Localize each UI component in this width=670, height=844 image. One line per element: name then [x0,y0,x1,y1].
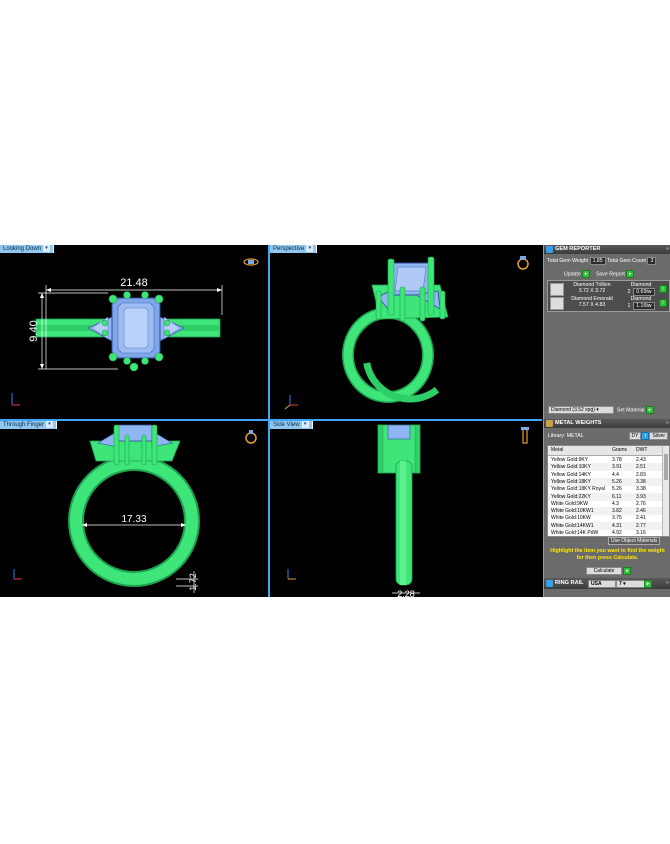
dimension-width: 21.48 [120,277,148,289]
save-report-label: Save Report [595,271,625,278]
ring-view-icon [517,256,529,270]
metal-weights-hint: Highlight the item you want to find the … [550,548,665,561]
gem-actions: Update ▸ Save Report ▸ [564,270,635,278]
total-gem-count-label: Total Gem Count [607,258,646,264]
gem-count: 1 [627,303,631,309]
ring-view-icon [245,430,257,444]
axis-icon [13,569,22,580]
cad-application: Looking Down ▾ 21.48 9.40 Perspective ▾ … [0,245,670,597]
ring-view-icon [243,258,259,266]
set-material-button[interactable]: ▸ [646,406,655,414]
dimension-inner-diameter: 17.33 [121,514,146,525]
collapse-icon[interactable]: » [666,578,669,589]
metal-icon [546,420,553,427]
gem-weight: 1.16tw [633,302,655,310]
gem-reporter-title: GEM REPORTER [555,246,601,252]
total-gem-weight-label: Total Gem Weight [547,258,589,264]
total-gem-count-value: 3 [647,257,657,265]
gem-list-item[interactable]: Diamond Emerald 7.57 X 4.83 Diamond 1 1.16… [548,296,669,310]
update-button[interactable]: ▸ [582,270,591,278]
metal-table-header: Metal Grams DWT [548,446,669,456]
perspective-render [284,256,529,410]
calculate-row: Calculate ▸ [586,567,632,576]
use-object-materials-row: Use Object Materials [608,537,661,545]
metal-library-label: Library: METAL [548,433,584,439]
ring-view-icon [521,427,529,444]
scrollbar-thumb[interactable] [664,454,668,480]
ring-rail-icon [546,580,553,587]
ring-size-value: 7 [619,581,622,587]
gem-icon [546,246,553,253]
ring-rail-header[interactable]: RING RAIL USA 7 ▾ ▸ » [544,578,670,589]
metal-grams: 4.92 [612,530,622,536]
collapse-icon[interactable]: » [666,245,669,254]
gem-totals: Total Gem Weight 1.85 Total Gem Count 3 [547,257,669,265]
region-value: USA [591,581,602,587]
top-view-render: 21.48 9.40 [11,258,259,406]
gem-thumbnail [550,297,564,310]
column-metal[interactable]: Metal [551,446,563,455]
viewport-through-finger[interactable]: Through Finger ▾ 17.33 1.72 [0,421,268,597]
gem-reporter-header[interactable]: GEM REPORTER » [544,245,670,254]
total-gem-weight-value: 1.85 [589,257,606,265]
material-select[interactable]: Diamond (3.52 spg) ▾ [548,406,614,415]
dimension-height: 9.40 [28,320,40,341]
column-dwt[interactable]: DWT [636,446,647,455]
use-object-materials-toggle[interactable]: Use Object Materials [608,537,661,545]
side-panel: GEM REPORTER » Total Gem Weight 1.85 Tot… [543,245,670,597]
viewport-perspective[interactable]: Perspective ▾ [270,245,542,419]
metal-weights-header[interactable]: METAL WEIGHTS » [544,419,670,428]
gem-list-item[interactable]: Diamond Trillion 3.72 X 3.72 Diamond 2 0.6… [548,282,669,296]
axis-icon [11,393,20,406]
ring-size-select[interactable]: 7 ▾ [616,580,646,588]
calculate-go-button[interactable]: ▸ [623,567,632,575]
gem-size: 3.72 X 3.72 [578,288,606,294]
axis-icon [284,395,298,410]
calculate-button[interactable]: Calculate [586,567,622,576]
ring-rail-region-select[interactable]: USA [588,580,616,588]
set-material-label: Set Material [616,407,645,414]
viewport-divider-vertical[interactable] [268,245,270,597]
metal-name: White Gold:14K PdW [551,530,599,536]
gem-weight: 0.69tw [633,288,655,296]
unit-silver-button[interactable]: Silver [649,432,668,441]
viewport-looking-down[interactable]: Looking Down ▾ 21.48 9.40 [0,245,268,419]
viewport-side-view[interactable]: Side View ▾ 2.28 [270,421,542,597]
gem-size: 7.57 X 4.83 [578,302,606,308]
axis-icon [287,569,296,580]
metal-table-row[interactable]: White Gold:14K PdW 4.92 3.16 [548,529,662,536]
metal-table-scrollbar[interactable] [662,446,669,536]
metal-weights-title: METAL WEIGHTS [555,420,602,426]
gem-info-button[interactable]: i [659,299,667,307]
metal-weights-table: Metal Grams DWT Yellow Gold:9KY 3.78 2.43 Y… [547,445,670,537]
update-label: Update [564,271,581,278]
save-report-button[interactable]: ▸ [626,270,635,278]
unit-dy-button[interactable]: DY [628,432,642,441]
gem-info-button[interactable]: i [659,285,667,293]
column-grams[interactable]: Grams [612,446,627,455]
gem-thumbnail [550,283,564,296]
gem-count: 2 [627,289,631,295]
dimension-band-width: 2.28 [397,589,415,597]
unit-toggle[interactable]: i [641,432,650,440]
through-finger-render: 17.33 1.72 [13,424,257,593]
ring-rail-title: RING RAIL [555,580,584,586]
collapse-icon[interactable]: » [666,419,669,428]
material-select-value: Diamond (3.52 spg) [551,407,595,414]
metal-library-row: Library: METAL DY i Silver [548,432,668,441]
dimension-band-thickness: 1.72 [188,573,198,591]
viewport-divider-horizontal[interactable] [0,419,542,421]
material-row: Diamond (3.52 spg) ▾ Set Material ▸ [548,406,668,415]
metal-dwt: 3.16 [636,530,646,536]
gem-list: Diamond Trillion 3.72 X 3.72 Diamond 2 0.6… [547,280,670,312]
ring-rail-apply-button[interactable]: ▸ [644,580,652,588]
side-view-render: 2.28 [287,424,529,597]
